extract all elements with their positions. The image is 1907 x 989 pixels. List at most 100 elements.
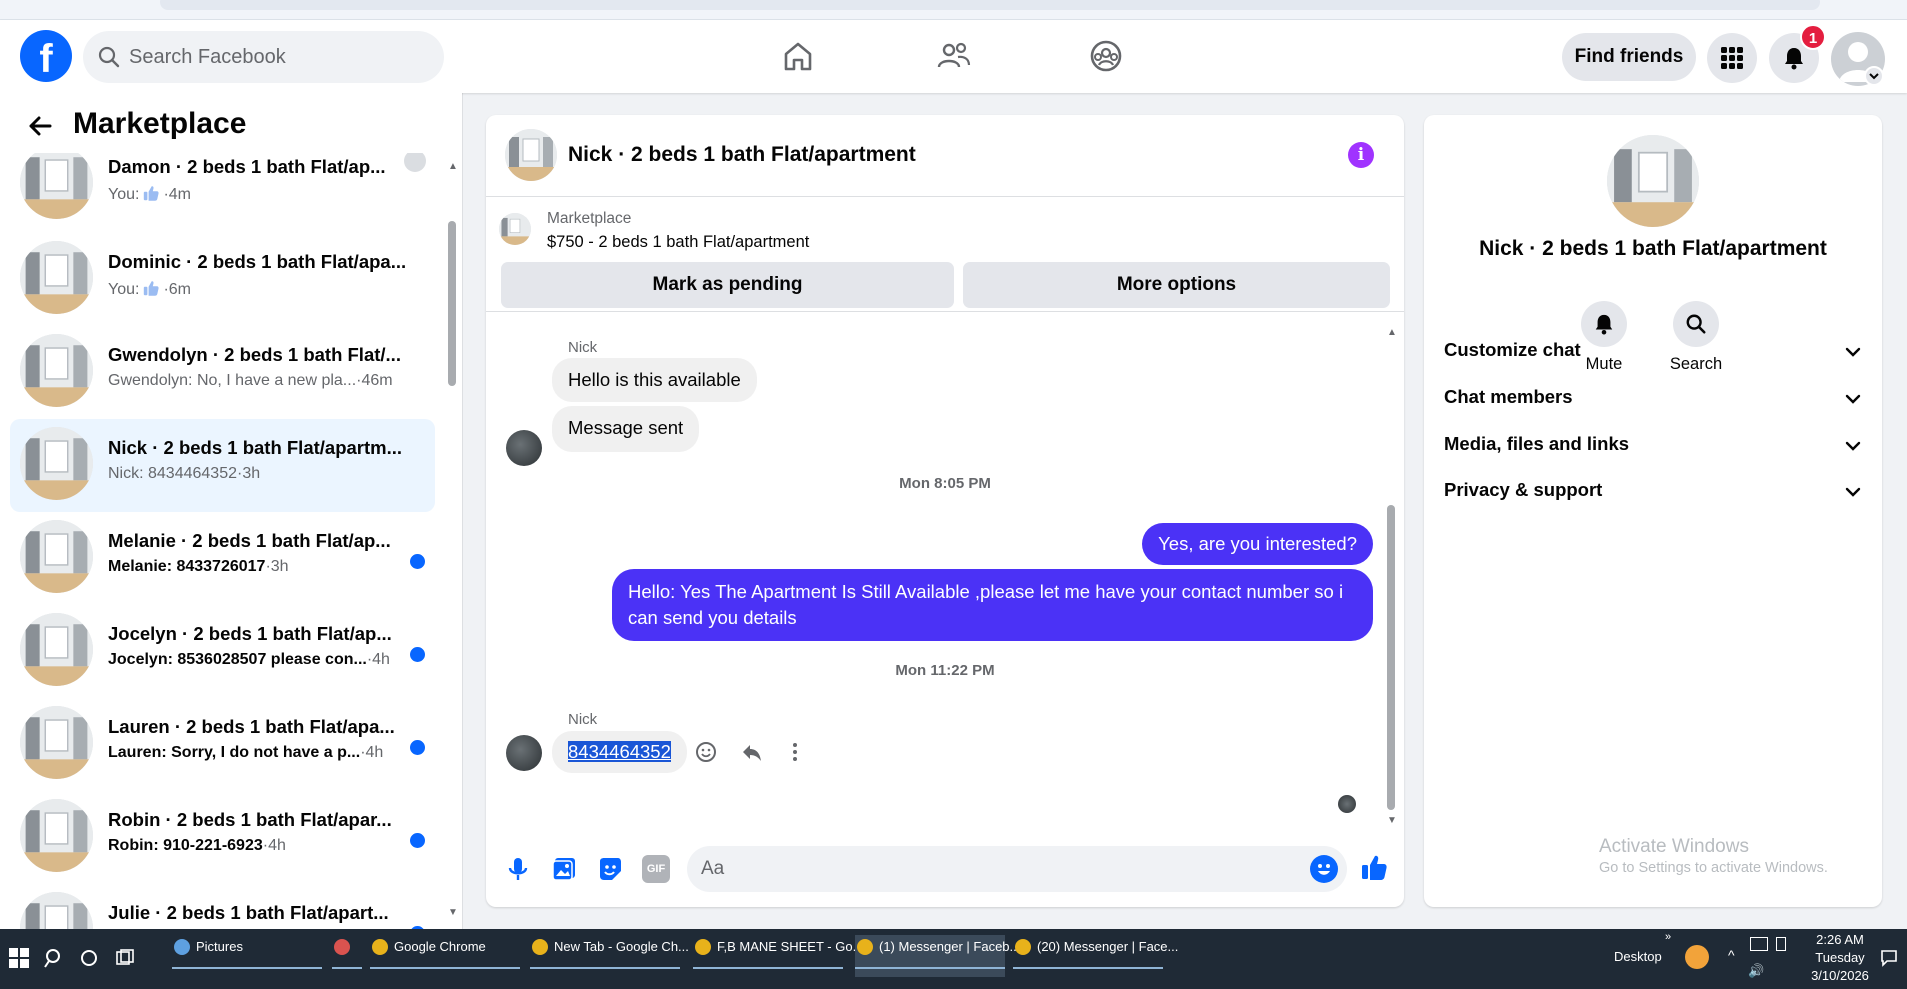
chat-details-panel: Nick · 2 beds 1 bath Flat/apartment Mute…	[1424, 115, 1882, 907]
listing-large-thumbnail[interactable]	[1607, 135, 1699, 227]
taskbar-app[interactable]: (1) Messenger | Faceb...	[855, 935, 1020, 977]
conversation-item[interactable]: Robin · 2 beds 1 bath Flat/apar... Robin:…	[10, 791, 435, 884]
taskbar-app[interactable]: (20) Messenger | Face...	[1013, 935, 1178, 977]
react-emoji-icon[interactable]	[694, 740, 718, 764]
cortana-icon[interactable]	[78, 947, 100, 969]
details-section[interactable]: Chat members	[1444, 386, 1864, 416]
browser-address-strip	[0, 0, 1907, 20]
message-input-box[interactable]	[687, 846, 1347, 892]
more-options-button[interactable]: More options	[963, 262, 1390, 308]
facebook-logo[interactable]: f	[20, 30, 72, 82]
running-indicator	[855, 967, 1005, 969]
conversation-item[interactable]: Gwendolyn · 2 beds 1 bath Flat/... Gwendo…	[10, 326, 435, 419]
listing-mini-thumbnail[interactable]	[499, 213, 531, 245]
find-friends-button[interactable]: Find friends	[1562, 33, 1696, 81]
top-navigation: f Find friends 1	[0, 20, 1907, 93]
selected-phone-number[interactable]: 8434464352	[568, 741, 671, 762]
running-indicator	[1013, 967, 1163, 969]
mark-as-pending-button[interactable]: Mark as pending	[501, 262, 954, 308]
taskbar-app[interactable]	[332, 935, 362, 977]
listing-thumbnail	[20, 706, 93, 779]
reply-icon[interactable]	[740, 740, 764, 764]
conversation-preview: Jocelyn: 8536028507 please con...·4h	[108, 651, 418, 669]
desktop-toolbar[interactable]: Desktop	[1614, 949, 1662, 964]
details-title: Nick · 2 beds 1 bath Flat/apartment	[1479, 237, 1827, 260]
listing-price-title[interactable]: $750 - 2 beds 1 bath Flat/apartment	[547, 233, 809, 252]
task-view-icon[interactable]	[114, 947, 136, 969]
listing-thumbnail	[20, 520, 93, 593]
clock-time: 2:26 AM	[1816, 932, 1864, 947]
groups-icon[interactable]	[1086, 36, 1126, 76]
notification-center-icon[interactable]	[1880, 949, 1898, 967]
chat-title[interactable]: Nick · 2 beds 1 bath Flat/apartment	[568, 143, 916, 167]
taskbar-app[interactable]: Google Chrome	[370, 935, 520, 977]
listing-thumbnail[interactable]	[505, 129, 557, 181]
toolbar-expand-icon[interactable]: »	[1665, 931, 1671, 943]
details-section-label: Media, files and links	[1444, 433, 1630, 454]
preview-text: Nick: 8434464352	[108, 465, 237, 482]
search-box[interactable]	[83, 31, 444, 83]
search-input[interactable]	[129, 31, 429, 83]
clock[interactable]: 2:26 AM Tuesday 3/10/2026	[1800, 931, 1880, 985]
conversation-title: Dominic · 2 beds 1 bath Flat/apa...	[108, 251, 407, 272]
search-icon[interactable]	[43, 947, 65, 969]
sidebar-scrollbar[interactable]	[448, 221, 456, 386]
friends-icon[interactable]	[934, 36, 974, 76]
incoming-message[interactable]: Message sent	[552, 406, 700, 452]
incoming-message[interactable]: 8434464352	[552, 731, 687, 773]
message-thread: Nick Hello is this available Message sen…	[486, 315, 1404, 825]
chat-scroll-down-arrow-icon[interactable]: ▼	[1387, 815, 1397, 826]
running-indicator	[370, 967, 520, 969]
weather-icon[interactable]	[1685, 945, 1709, 969]
account-chevron-icon[interactable]	[1864, 66, 1884, 86]
emoji-icon[interactable]	[1310, 855, 1338, 883]
sticker-icon[interactable]	[596, 855, 624, 883]
details-section[interactable]: Customize chat	[1444, 339, 1864, 369]
windows-start-icon[interactable]	[8, 947, 30, 969]
listing-thumbnail	[20, 334, 93, 407]
back-arrow-icon[interactable]	[26, 112, 54, 140]
incoming-message[interactable]: Hello is this available	[552, 358, 757, 402]
home-icon[interactable]	[778, 36, 818, 76]
conversation-title: Lauren · 2 beds 1 bath Flat/apa...	[108, 716, 395, 737]
search-icon	[98, 46, 120, 68]
chat-panel: Nick · 2 beds 1 bath Flat/apartment i Ma…	[486, 115, 1404, 907]
photo-icon[interactable]	[550, 855, 578, 883]
address-bar[interactable]	[160, 0, 1820, 10]
more-vertical-icon[interactable]	[783, 740, 807, 764]
outgoing-message[interactable]: Yes, are you interested?	[1142, 523, 1373, 565]
conversation-item[interactable]: Julie · 2 beds 1 bath Flat/apart...Julie…	[10, 884, 435, 929]
conversation-item[interactable]: Dominic · 2 beds 1 bath Flat/apa... You: ·…	[10, 233, 435, 326]
sender-avatar[interactable]	[506, 430, 542, 466]
unread-dot	[410, 740, 425, 755]
taskbar-app[interactable]: F,B MANE SHEET - Go...	[693, 935, 863, 977]
scroll-down-arrow-icon[interactable]: ▼	[448, 907, 460, 918]
conversation-item[interactable]: Nick · 2 beds 1 bath Flat/apartm... Nick:…	[10, 419, 435, 512]
gif-icon[interactable]: GIF	[642, 855, 670, 883]
chat-scrollbar[interactable]	[1387, 505, 1395, 810]
conversation-item[interactable]: Lauren · 2 beds 1 bath Flat/apa... Lauren…	[10, 698, 435, 791]
scroll-up-arrow-icon[interactable]: ▲	[448, 161, 460, 172]
volume-icon[interactable]: 🔊	[1748, 963, 1764, 979]
listing-thumbnail	[20, 892, 93, 929]
chat-scroll-up-arrow-icon[interactable]: ▲	[1387, 327, 1397, 338]
tray-expand-icon[interactable]: ^	[1728, 947, 1735, 963]
details-section[interactable]: Media, files and links	[1444, 433, 1864, 463]
sender-avatar[interactable]	[506, 735, 542, 771]
app-icon	[695, 939, 711, 955]
conversation-item[interactable]: Melanie · 2 beds 1 bath Flat/ap... Melani…	[10, 512, 435, 605]
outgoing-message[interactable]: Hello: Yes The Apartment Is Still Availa…	[612, 569, 1373, 641]
thumbs-up-icon[interactable]	[1359, 852, 1389, 882]
taskbar-app[interactable]: New Tab - Google Ch...	[530, 935, 689, 977]
preview-text: Jocelyn: 8536028507 please con...	[108, 651, 367, 668]
conversation-item[interactable]: Jocelyn · 2 beds 1 bath Flat/ap... Jocely…	[10, 605, 435, 698]
details-section[interactable]: Privacy & support	[1444, 479, 1864, 509]
menu-button[interactable]	[1707, 33, 1757, 83]
taskbar-app[interactable]: Pictures	[172, 935, 322, 977]
battery-icon[interactable]	[1776, 937, 1786, 951]
info-icon[interactable]: i	[1348, 142, 1374, 168]
microphone-icon[interactable]	[504, 855, 532, 883]
message-input[interactable]	[701, 846, 1261, 892]
network-icon[interactable]	[1750, 937, 1768, 951]
chevron-down-icon	[1845, 347, 1861, 357]
